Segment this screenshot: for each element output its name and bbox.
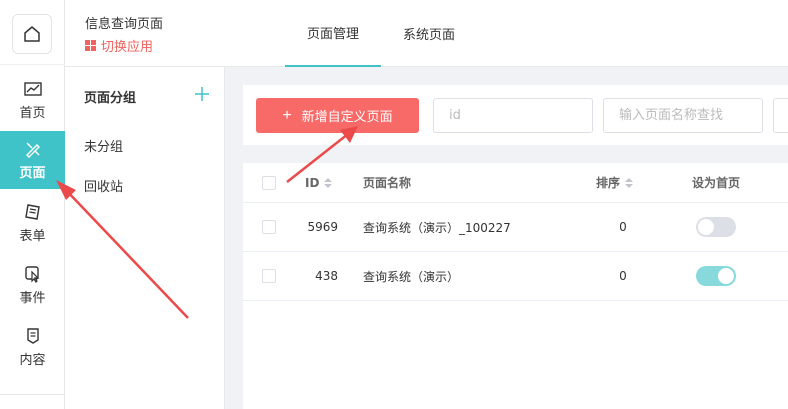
switch-app-link[interactable]: 切换应用 bbox=[85, 36, 153, 55]
cell-page-name: 查询系统（演示） bbox=[363, 269, 460, 284]
cell-id: 5969 bbox=[307, 220, 338, 234]
rail-divider bbox=[0, 64, 65, 65]
header-cell-homepage: 设为首页 bbox=[692, 163, 740, 202]
row-checkbox[interactable] bbox=[262, 269, 276, 283]
toggle-knob bbox=[718, 268, 734, 284]
add-group-button[interactable] bbox=[195, 84, 209, 104]
plus-icon bbox=[195, 87, 209, 101]
group-item-recycle-bin[interactable]: 回收站 bbox=[84, 176, 123, 195]
header-cell-id[interactable]: ID bbox=[305, 163, 333, 202]
table-row: 5969 查询系统（演示）_100227 0 bbox=[243, 203, 788, 252]
cell-sort: 0 bbox=[619, 269, 627, 283]
table-header: ID 页面名称 排序 设为首页 bbox=[243, 163, 788, 203]
form-icon bbox=[24, 203, 40, 220]
row-checkbox[interactable] bbox=[262, 220, 276, 234]
rail-item-label: 页面 bbox=[19, 165, 46, 181]
app-title: 信息查询页面 bbox=[85, 17, 164, 32]
rail-item-content[interactable]: 内容 bbox=[0, 318, 65, 376]
tab-page-management[interactable]: 页面管理 bbox=[285, 0, 381, 67]
button-label: 新增自定义页面 bbox=[301, 109, 393, 124]
cell-homepage bbox=[696, 203, 736, 251]
rail-item-forms[interactable]: 表单 bbox=[0, 194, 65, 252]
header-cell-sort[interactable]: 排序 bbox=[596, 163, 634, 202]
header-label: ID bbox=[305, 175, 320, 190]
header-cell-select bbox=[262, 163, 276, 202]
top-header: 信息查询页面 切换应用 页面管理 系统页面 bbox=[65, 0, 788, 67]
cell-homepage bbox=[696, 252, 736, 300]
extra-filter-input[interactable] bbox=[773, 98, 788, 133]
rail-item-events[interactable]: 事件 bbox=[0, 256, 65, 314]
rail-item-label: 首页 bbox=[19, 105, 46, 121]
design-icon bbox=[25, 142, 40, 158]
cell-id: 438 bbox=[315, 269, 338, 283]
rail-divider bbox=[0, 394, 65, 395]
sort-icon[interactable] bbox=[324, 177, 333, 188]
chart-icon bbox=[23, 81, 42, 96]
header-label: 页面名称 bbox=[363, 176, 412, 190]
cell-sort: 0 bbox=[619, 220, 627, 234]
cell-page-name: 查询系统（演示）_100227 bbox=[363, 220, 511, 235]
page-group-panel: 页面分组 未分组 回收站 bbox=[65, 67, 225, 409]
pointer-icon bbox=[24, 265, 39, 283]
rail-item-home[interactable]: 首页 bbox=[0, 72, 65, 130]
rail-item-pages[interactable]: 页面 bbox=[0, 131, 65, 189]
row-select bbox=[262, 252, 276, 300]
tab-label: 系统页面 bbox=[402, 28, 455, 43]
add-custom-page-button[interactable]: + 新增自定义页面 bbox=[256, 98, 419, 133]
table-row: 438 查询系统（演示） 0 bbox=[243, 252, 788, 301]
pages-table: ID 页面名称 排序 设为首页 5969 查询系统（演示）_100227 0 4… bbox=[243, 163, 788, 409]
plus-icon: + bbox=[282, 106, 292, 124]
toolbar: + 新增自定义页面 bbox=[243, 85, 788, 145]
header-label: 设为首页 bbox=[692, 176, 741, 190]
apps-grid-icon bbox=[85, 40, 96, 51]
page-name-search-input[interactable] bbox=[603, 98, 763, 133]
group-item-ungrouped[interactable]: 未分组 bbox=[84, 136, 123, 155]
row-select bbox=[262, 203, 276, 251]
header-cell-name: 页面名称 bbox=[363, 163, 411, 202]
select-all-checkbox[interactable] bbox=[262, 175, 276, 190]
homepage-toggle[interactable] bbox=[696, 217, 736, 237]
tab-system-pages[interactable]: 系统页面 bbox=[381, 0, 477, 67]
icon-rail: 首页 页面 表单 事件 内容 bbox=[0, 0, 65, 409]
home-button[interactable] bbox=[12, 14, 52, 54]
tab-label: 页面管理 bbox=[306, 27, 359, 42]
home-icon bbox=[24, 26, 40, 42]
rail-item-label: 内容 bbox=[19, 352, 46, 368]
group-panel-title: 页面分组 bbox=[84, 91, 137, 106]
document-icon bbox=[26, 327, 39, 344]
rail-item-label: 事件 bbox=[19, 290, 46, 306]
switch-app-label: 切换应用 bbox=[101, 40, 154, 55]
id-search-input[interactable] bbox=[433, 98, 593, 133]
sort-icon[interactable] bbox=[625, 177, 634, 188]
rail-item-label: 表单 bbox=[19, 228, 46, 244]
header-label: 排序 bbox=[596, 176, 621, 190]
toggle-knob bbox=[698, 219, 714, 235]
homepage-toggle[interactable] bbox=[696, 266, 736, 286]
